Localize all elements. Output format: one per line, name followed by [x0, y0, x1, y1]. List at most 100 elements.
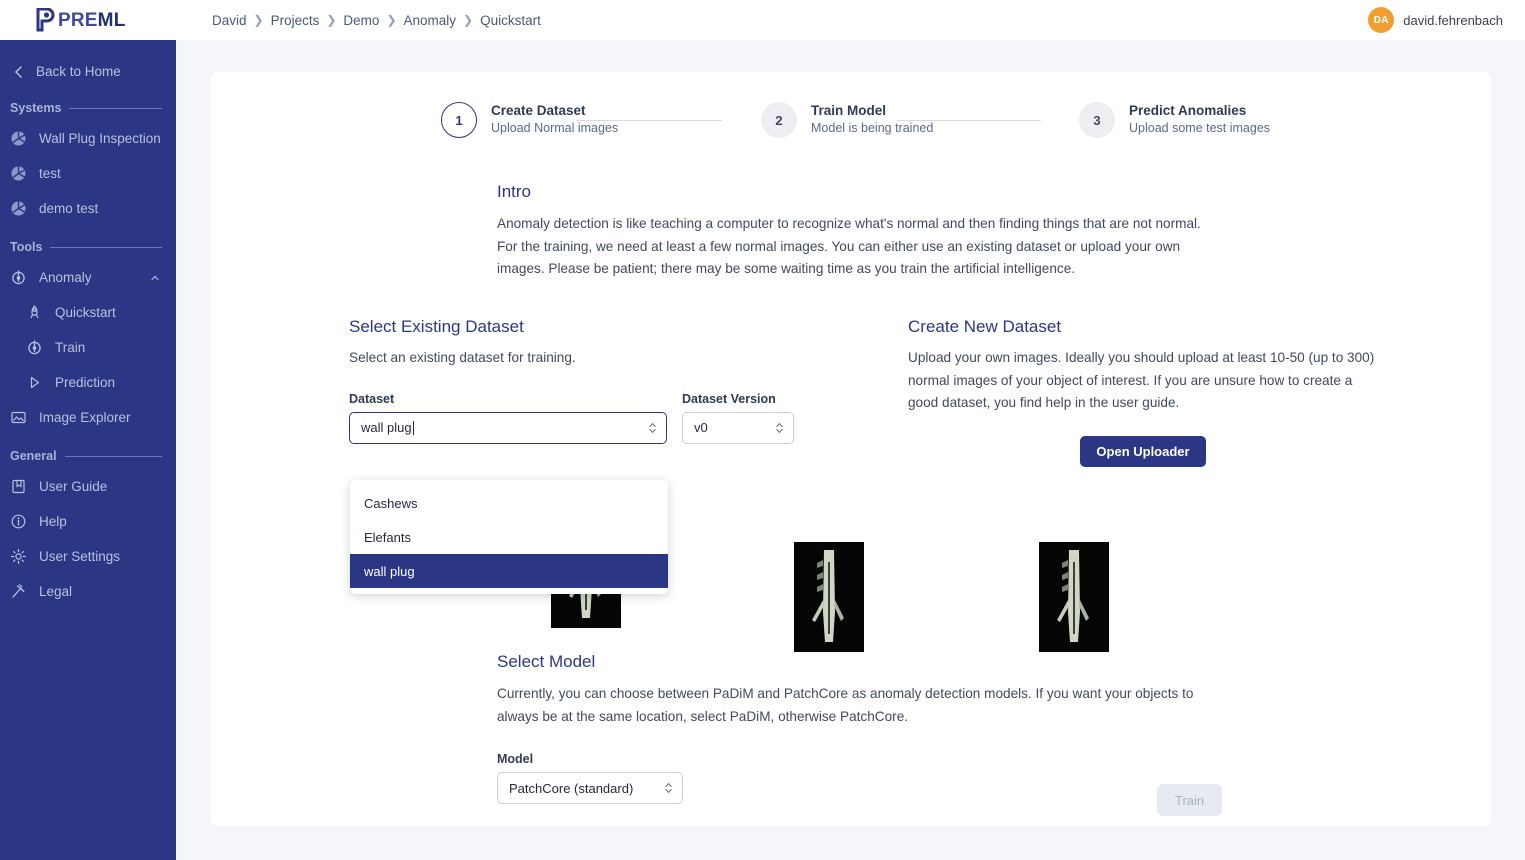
- open-uploader-button[interactable]: Open Uploader: [1080, 435, 1206, 467]
- sidebar-item-quickstart[interactable]: Quickstart: [0, 295, 176, 330]
- dataset-thumbnail-3[interactable]: [1039, 542, 1109, 652]
- sidebar-item-user-settings[interactable]: User Settings: [0, 539, 176, 574]
- sidebar-item-label: Train: [55, 340, 86, 355]
- section-divider: [50, 246, 162, 248]
- dataset-version-value: v0: [694, 420, 708, 436]
- logo-pre: PRE: [58, 9, 98, 31]
- step-subtitle: Upload some test images: [1129, 121, 1271, 135]
- gavel-icon: [10, 583, 27, 600]
- sidebar-section-general: General: [0, 435, 176, 469]
- avatar: DA: [1368, 7, 1395, 33]
- sidebar-item-label: User Guide: [39, 479, 108, 494]
- sidebar-item-anomaly[interactable]: Anomaly: [0, 260, 176, 295]
- sidebar-item-label: Wall Plug Inspection: [39, 131, 161, 146]
- back-to-home-label: Back to Home: [36, 64, 121, 79]
- select-model-section: Select Model Currently, you can choose b…: [497, 652, 1222, 805]
- wall-plug-image: [1039, 542, 1109, 652]
- chevron-updown-icon: [665, 782, 672, 794]
- username-label: david.fehrenbach: [1403, 12, 1503, 28]
- sidebar-item-label: Prediction: [55, 375, 116, 390]
- sidebar-item-test[interactable]: test: [0, 156, 176, 191]
- stepper-step-3[interactable]: 3 Predict Anomalies Upload some test ima…: [1079, 102, 1270, 138]
- breadcrumb-item-4[interactable]: Quickstart: [480, 13, 541, 28]
- rocket-icon: [26, 304, 43, 321]
- breadcrumb-item-3[interactable]: Anomaly: [404, 13, 457, 28]
- intro-heading: Intro: [497, 182, 532, 201]
- chevron-up-icon[interactable]: [150, 273, 160, 283]
- sidebar-item-label: test: [39, 166, 61, 181]
- intro-body: Anomaly detection is like teaching a com…: [497, 216, 1201, 277]
- step-title: Train Model: [811, 103, 887, 119]
- sidebar-item-train[interactable]: Train: [0, 330, 176, 365]
- sidebar-item-label: demo test: [39, 201, 99, 216]
- dataset-dropdown-list[interactable]: Cashews Elefants wall plug: [350, 480, 668, 594]
- back-to-home-button[interactable]: Back to Home: [0, 56, 176, 87]
- step-number-badge: 3: [1079, 102, 1115, 138]
- sidebar-item-wall-plug-inspection[interactable]: Wall Plug Inspection: [0, 121, 176, 156]
- breadcrumb-item-2[interactable]: Demo: [343, 13, 379, 28]
- chevron-updown-icon: [776, 422, 783, 433]
- anomaly-icon: [26, 339, 43, 356]
- breadcrumb-item-1[interactable]: Projects: [271, 13, 320, 28]
- preml-p-logo-icon: [36, 8, 55, 32]
- aperture-icon: [10, 165, 27, 182]
- stepper: 1 Create Dataset Upload Normal images 2 …: [211, 72, 1491, 182]
- stepper-step-1[interactable]: 1 Create Dataset Upload Normal images: [441, 102, 618, 138]
- step-number-badge: 2: [761, 102, 797, 138]
- select-existing-body: Select an existing dataset for training.: [349, 350, 576, 365]
- sidebar-item-help[interactable]: Help: [0, 504, 176, 539]
- dataset-field-group: Dataset wall plug: [349, 392, 667, 444]
- section-divider: [64, 455, 162, 457]
- train-button[interactable]: Train: [1157, 784, 1223, 816]
- dataset-version-field-label: Dataset Version: [682, 391, 776, 406]
- dataset-option-wall-plug[interactable]: wall plug: [350, 554, 668, 588]
- user-menu[interactable]: DA david.fehrenbach: [1368, 7, 1503, 33]
- aperture-icon: [10, 130, 27, 147]
- dataset-field-label: Dataset: [349, 391, 395, 406]
- top-bar: PREML David ❯ Projects ❯ Demo ❯ Anomaly …: [0, 0, 1525, 40]
- app-logo[interactable]: PREML: [0, 8, 176, 32]
- section-label: Tools: [10, 240, 43, 254]
- step-number-badge: 1: [441, 102, 477, 138]
- sidebar-item-demo-test[interactable]: demo test: [0, 191, 176, 226]
- aperture-icon: [10, 200, 27, 217]
- text-cursor: [412, 420, 414, 435]
- logo-wordmark: PREML: [58, 11, 126, 30]
- sidebar: Back to Home Systems Wall Plug Inspectio…: [0, 40, 176, 860]
- dataset-thumbnail-2[interactable]: [794, 542, 864, 652]
- sidebar-section-tools: Tools: [0, 226, 176, 260]
- model-field-label: Model: [497, 752, 534, 767]
- create-new-body: Upload your own images. Ideally you shou…: [908, 350, 1375, 411]
- dataset-option-cashews[interactable]: Cashews: [350, 486, 668, 520]
- stepper-step-2[interactable]: 2 Train Model Model is being trained: [761, 102, 933, 138]
- select-model-body: Currently, you can choose between PaDiM …: [497, 686, 1194, 724]
- create-new-heading: Create New Dataset: [908, 317, 1062, 336]
- dataset-select[interactable]: wall plug: [349, 411, 667, 444]
- section-divider: [69, 107, 162, 109]
- chevron-left-icon: [14, 65, 22, 78]
- sidebar-section-systems: Systems: [0, 87, 176, 121]
- select-existing-dataset-section: Select Existing Dataset Select an existi…: [349, 317, 819, 444]
- step-title: Create Dataset: [491, 103, 586, 119]
- logo-ml: ML: [97, 9, 126, 31]
- breadcrumb-separator-icon: ❯: [463, 13, 474, 27]
- dataset-select-value: wall plug: [361, 420, 412, 436]
- chevron-updown-icon: [649, 422, 656, 433]
- select-model-heading: Select Model: [497, 652, 596, 671]
- sidebar-item-label: Help: [39, 514, 67, 529]
- model-select-value: PatchCore (standard): [509, 780, 634, 796]
- sidebar-item-label: User Settings: [39, 549, 121, 564]
- sidebar-item-legal[interactable]: Legal: [0, 574, 176, 609]
- model-select[interactable]: PatchCore (standard): [497, 772, 683, 805]
- dataset-option-elefants[interactable]: Elefants: [350, 520, 668, 554]
- section-label: General: [10, 449, 57, 463]
- sidebar-item-prediction[interactable]: Prediction: [0, 365, 176, 400]
- sidebar-item-label: Image Explorer: [39, 410, 131, 425]
- sidebar-item-image-explorer[interactable]: Image Explorer: [0, 400, 176, 435]
- sidebar-item-user-guide[interactable]: User Guide: [0, 469, 176, 504]
- breadcrumb-item-0[interactable]: David: [212, 13, 247, 28]
- image-icon: [10, 409, 27, 426]
- sidebar-item-label: Anomaly: [39, 270, 92, 285]
- dataset-version-select[interactable]: v0: [682, 411, 794, 444]
- select-existing-heading: Select Existing Dataset: [349, 317, 524, 336]
